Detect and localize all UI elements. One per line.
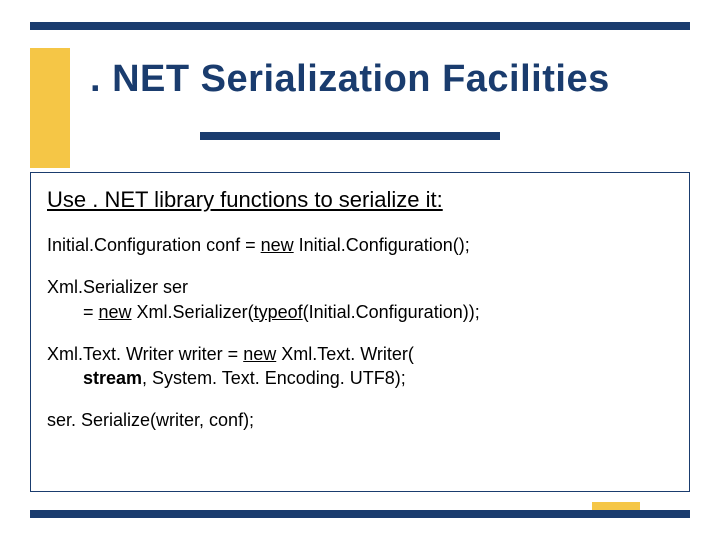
code-line-2: Xml.Serializer ser = new Xml.Serializer(…: [47, 275, 673, 324]
code-text: Initial.Configuration conf =: [47, 235, 261, 255]
accent-block-bottom: [592, 502, 640, 510]
code-text: =: [83, 302, 99, 322]
code-line-3: Xml.Text. Writer writer = new Xml.Text. …: [47, 342, 673, 391]
code-line-1: Initial.Configuration conf = new Initial…: [47, 233, 673, 257]
title-underline: [200, 132, 500, 140]
code-text: (Initial.Configuration));: [303, 302, 480, 322]
code-keyword: new: [99, 302, 132, 322]
code-text: , System. Text. Encoding. UTF8);: [142, 368, 406, 388]
slide-title: . NET Serialization Facilities: [90, 58, 690, 101]
content-box: Use . NET library functions to serialize…: [30, 172, 690, 492]
code-text: Xml.Text. Writer writer =: [47, 344, 243, 364]
code-indent: stream, System. Text. Encoding. UTF8);: [47, 366, 406, 390]
code-text: Xml.Serializer(: [132, 302, 254, 322]
code-text: Xml.Serializer ser: [47, 277, 188, 297]
code-keyword: new: [243, 344, 276, 364]
top-divider: [30, 22, 690, 30]
code-text: Initial.Configuration();: [294, 235, 470, 255]
accent-block-top: [30, 48, 70, 168]
content-subhead: Use . NET library functions to serialize…: [47, 187, 673, 213]
code-line-4: ser. Serialize(writer, conf);: [47, 408, 673, 432]
code-keyword: new: [261, 235, 294, 255]
code-text: Xml.Text. Writer(: [276, 344, 414, 364]
code-text: stream: [83, 368, 142, 388]
code-keyword: typeof: [254, 302, 303, 322]
code-indent: = new Xml.Serializer(typeof(Initial.Conf…: [47, 300, 480, 324]
bottom-divider: [30, 510, 690, 518]
